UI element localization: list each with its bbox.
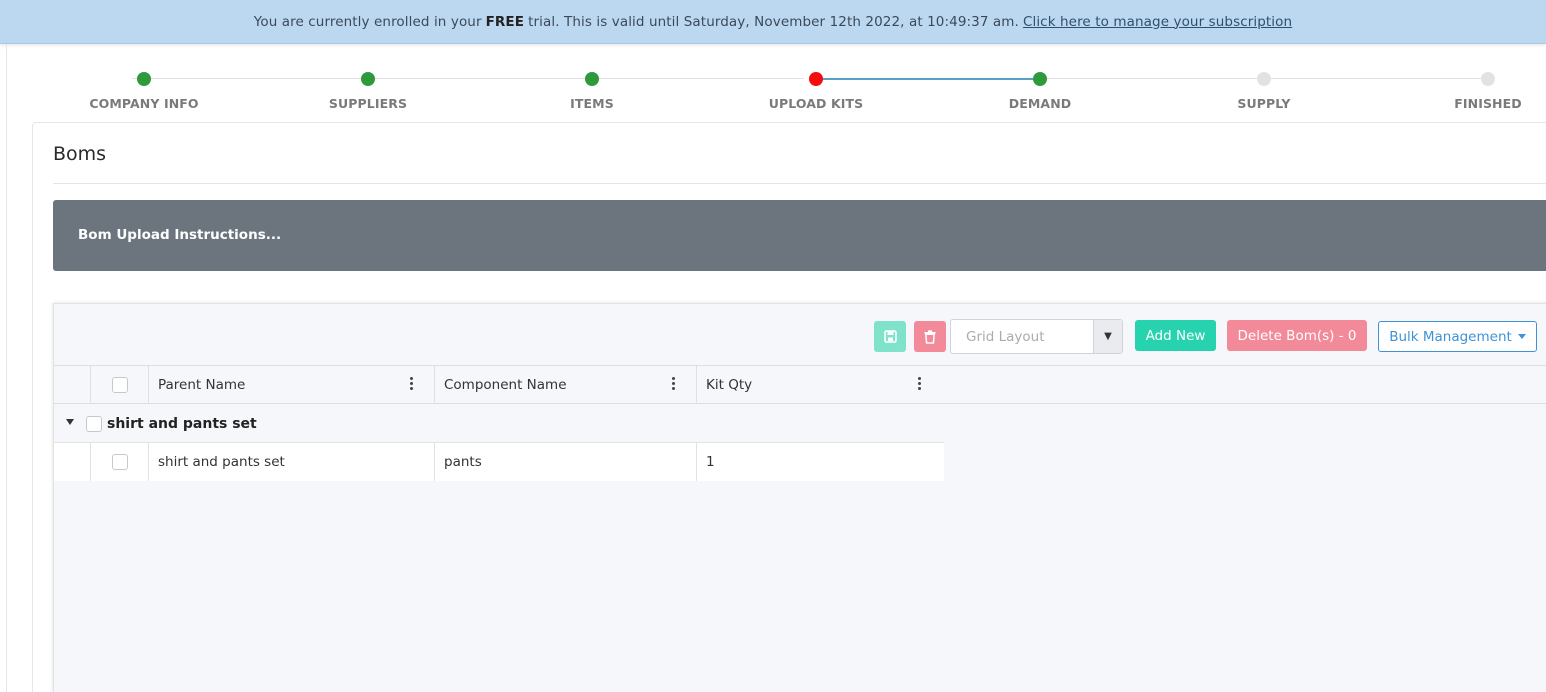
save-button[interactable]	[874, 321, 906, 352]
step-status-dot	[1257, 72, 1271, 86]
step-status-dot	[1481, 72, 1495, 86]
step-label: SUPPLIERS	[328, 96, 408, 111]
bom-grid: Grid Layout ▼ Add New Delete Bom(s) - 0 …	[53, 303, 1546, 692]
column-component-name[interactable]: Component Name	[434, 366, 696, 404]
column-menu-icon[interactable]	[918, 377, 922, 392]
column-label: Parent Name	[158, 377, 246, 393]
chevron-down-icon[interactable]: ▼	[1093, 320, 1122, 353]
banner-plan: FREE	[485, 13, 525, 30]
column-label: Component Name	[444, 377, 567, 393]
delete-boms-button[interactable]: Delete Bom(s) - 0	[1227, 320, 1367, 351]
bulk-management-label: Bulk Management	[1389, 328, 1512, 345]
step-status-dot	[1033, 72, 1047, 86]
group-label: shirt and pants set	[107, 416, 257, 432]
instructions-label: Bom Upload Instructions...	[78, 227, 282, 243]
bom-upload-instructions[interactable]: Bom Upload Instructions...	[53, 200, 1546, 271]
group-row[interactable]: shirt and pants set	[54, 405, 944, 443]
step-label: DEMAND	[1008, 96, 1072, 111]
cell-text: 1	[706, 454, 715, 470]
caret-down-icon	[1517, 334, 1526, 339]
step-label: COMPANY INFO	[89, 96, 199, 111]
column-parent-name[interactable]: Parent Name	[148, 366, 434, 404]
select-all-cell	[90, 366, 148, 404]
group-checkbox[interactable]	[86, 416, 102, 432]
trial-banner: You are currently enrolled in your FREE …	[0, 0, 1546, 44]
page-title: Boms	[53, 143, 107, 165]
banner-text: You are currently enrolled in your	[253, 13, 482, 30]
row-select-cell	[90, 443, 148, 481]
step-status-dot	[585, 72, 599, 86]
boms-card: Boms Bom Upload Instructions... Grid Lay…	[32, 122, 1546, 692]
grid-toolbar: Grid Layout ▼ Add New Delete Bom(s) - 0 …	[54, 304, 1546, 366]
page-left-border	[6, 44, 7, 692]
column-menu-icon[interactable]	[410, 377, 414, 392]
cell-component-name[interactable]: pants	[434, 443, 696, 481]
cell-parent-name[interactable]: shirt and pants set	[148, 443, 434, 481]
column-label: Kit Qty	[706, 377, 753, 393]
cell-text: shirt and pants set	[158, 454, 285, 470]
delete-icon-button[interactable]	[914, 321, 946, 352]
step-label: ITEMS	[570, 96, 614, 111]
setup-stepper: COMPANY INFO SUPPLIERS ITEMS UPLOAD KITS…	[32, 62, 1546, 117]
trash-icon	[924, 329, 936, 344]
step-label: FINISHED	[1454, 96, 1522, 111]
manage-subscription-link[interactable]: Click here to manage your subscription	[1023, 14, 1292, 30]
step-status-dot	[809, 72, 823, 86]
save-icon	[883, 330, 897, 343]
grid-layout-placeholder: Grid Layout	[966, 329, 1045, 345]
add-new-button[interactable]: Add New	[1135, 320, 1216, 351]
step-label: UPLOAD KITS	[768, 96, 864, 111]
step-label: SUPPLY	[1237, 96, 1291, 111]
expand-toggle-icon[interactable]	[66, 419, 74, 425]
grid-header: Parent Name Component Name Kit Qty	[54, 366, 1546, 404]
grid-layout-select[interactable]: Grid Layout ▼	[950, 319, 1123, 354]
step-status-dot	[361, 72, 375, 86]
cell-text: pants	[444, 454, 482, 470]
column-kit-qty[interactable]: Kit Qty	[696, 366, 944, 404]
column-menu-icon[interactable]	[672, 377, 676, 392]
banner-validity: trial. This is valid until Saturday, Nov…	[528, 13, 1019, 30]
row-checkbox[interactable]	[111, 454, 128, 470]
bulk-management-dropdown[interactable]: Bulk Management	[1378, 321, 1537, 352]
stepper-track-active	[816, 78, 1040, 80]
cell-kit-qty[interactable]: 1	[696, 443, 944, 481]
step-status-dot	[137, 72, 151, 86]
table-row[interactable]: shirt and pants set pants 1	[54, 443, 944, 481]
title-divider	[53, 183, 1546, 184]
stepper-track-left	[132, 78, 804, 79]
select-all-checkbox[interactable]	[111, 377, 128, 393]
